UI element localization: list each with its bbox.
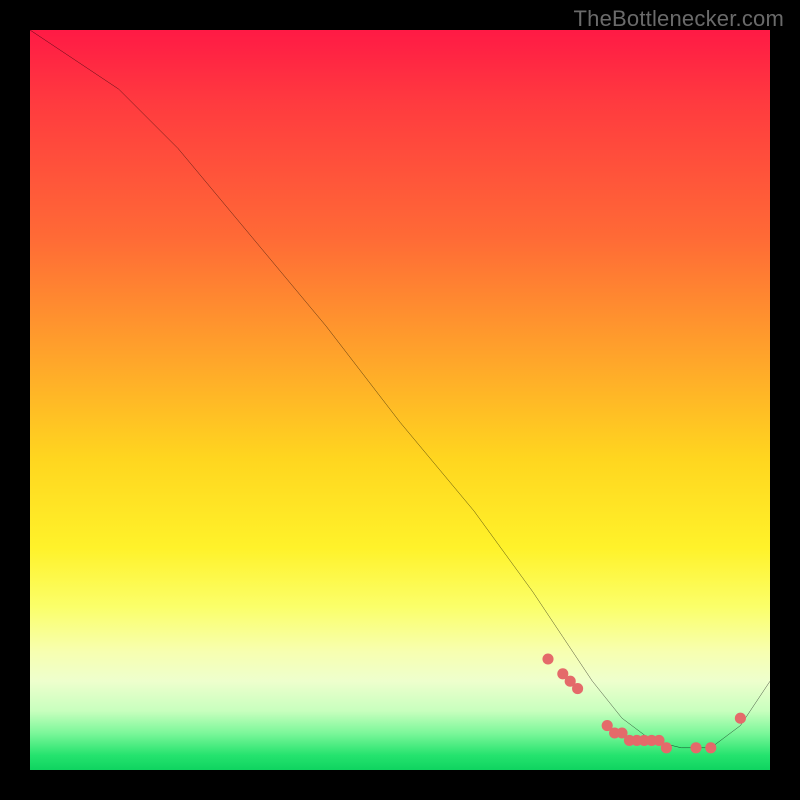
plot-area — [30, 30, 770, 770]
data-point — [735, 713, 746, 724]
data-point — [661, 742, 672, 753]
data-point — [705, 742, 716, 753]
chart-frame: TheBottlenecker.com — [0, 0, 800, 800]
chart-svg — [30, 30, 770, 770]
data-point — [690, 742, 701, 753]
attribution-text: TheBottlenecker.com — [574, 6, 784, 32]
data-point — [542, 653, 553, 664]
marker-group — [542, 653, 746, 753]
data-point — [572, 683, 583, 694]
bottleneck-curve — [30, 30, 770, 748]
